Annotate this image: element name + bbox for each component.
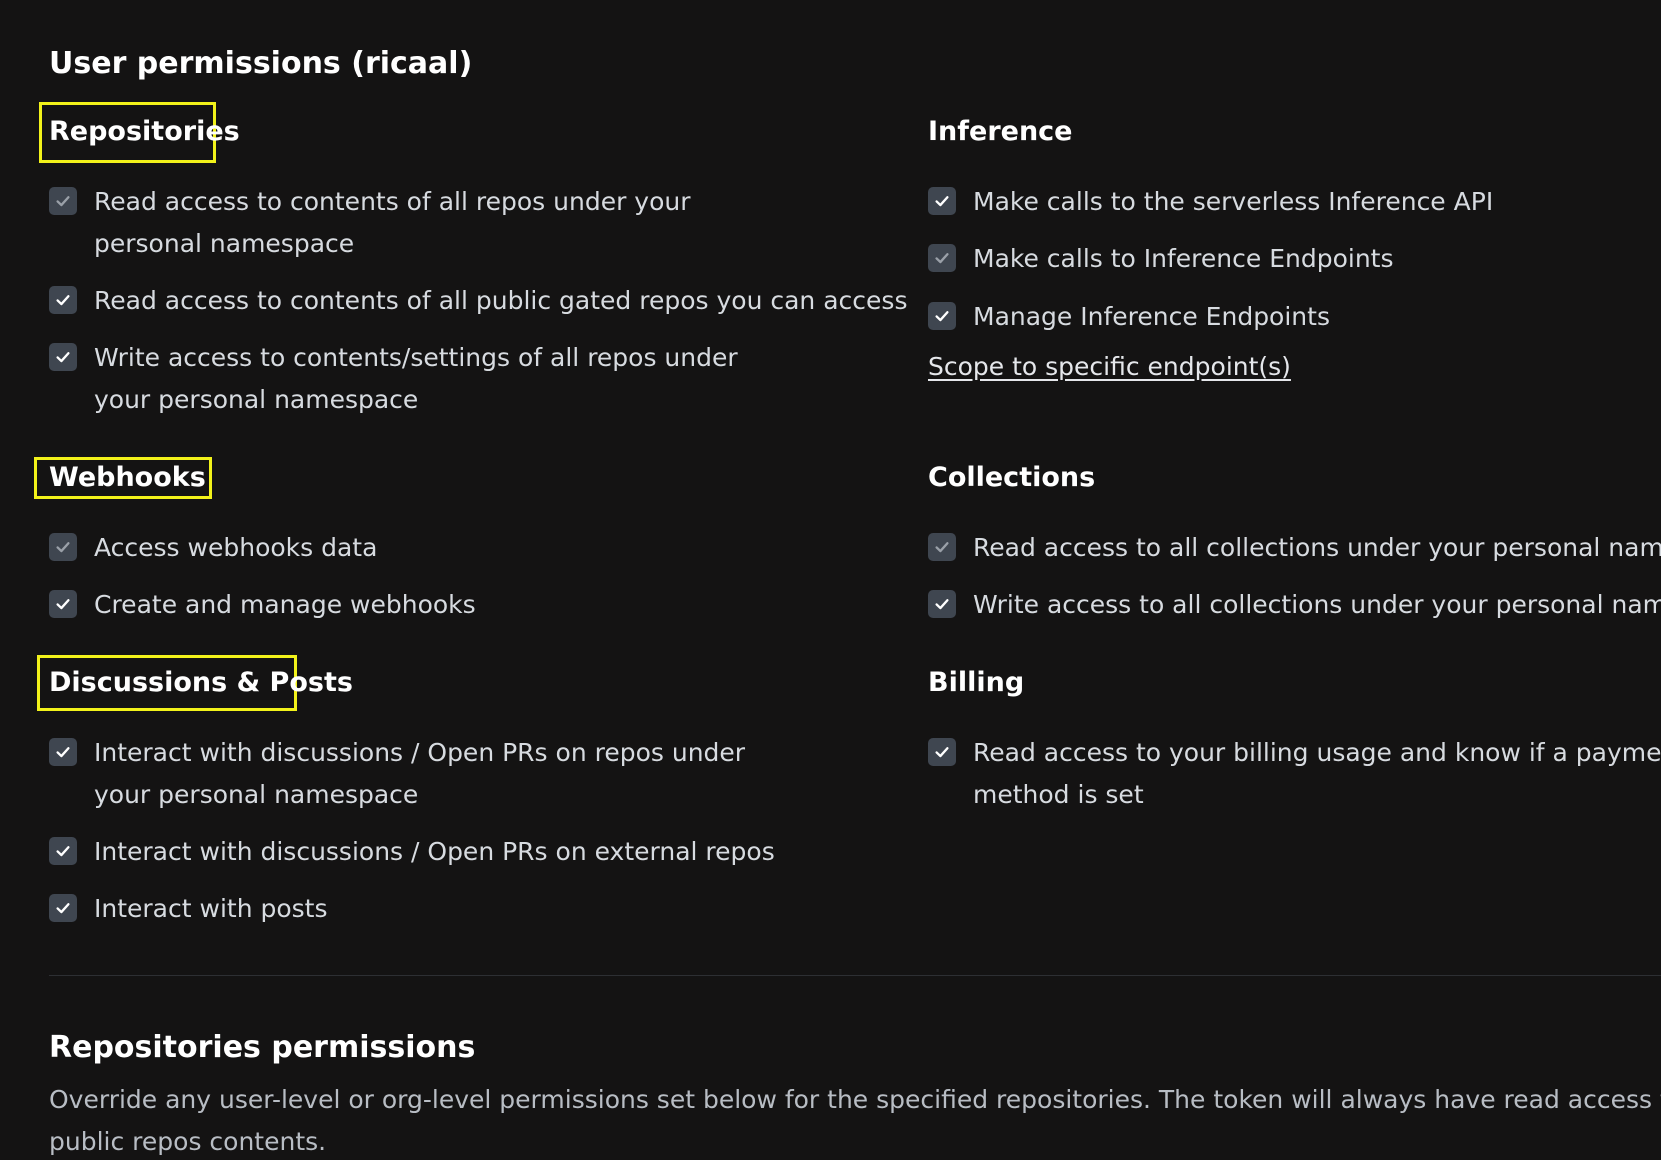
repositories-permissions-description: Override any user-level or org-level per… [49, 1085, 1661, 1156]
checkbox[interactable] [49, 343, 77, 371]
checkbox[interactable] [49, 738, 77, 766]
check-icon [935, 311, 949, 322]
permission-label: Interact with discussions / Open PRs on … [94, 837, 775, 866]
scope-endpoints-link[interactable]: Scope to specific endpoint(s) [928, 347, 1291, 387]
check-icon [56, 903, 70, 914]
check-icon [56, 295, 70, 306]
check-icon [56, 196, 70, 207]
permission-label: Write access to contents/settings of all… [94, 343, 738, 414]
check-icon [56, 352, 70, 363]
repositories-permissions-title: Repositories permissions [49, 1030, 476, 1065]
permission-label: Read access to all collections under you… [973, 533, 1661, 562]
checkbox[interactable] [49, 894, 77, 922]
checkbox[interactable] [49, 590, 77, 618]
permission-label: Interact with discussions / Open PRs on … [94, 738, 746, 809]
check-icon [935, 747, 949, 758]
permission-label: Create and manage webhooks [94, 590, 476, 619]
check-icon [935, 253, 949, 264]
page-title: User permissions (ricaal) [49, 46, 473, 81]
section-billing: Billing Read access to your billing usag… [928, 663, 1661, 823]
checkbox[interactable] [49, 187, 77, 215]
check-icon [56, 599, 70, 610]
divider [49, 975, 1661, 976]
permission-label: Make calls to the serverless Inference A… [973, 187, 1494, 216]
checkbox[interactable] [49, 837, 77, 865]
check-icon [56, 747, 70, 758]
checkbox[interactable] [928, 590, 956, 618]
section-heading-discussions: Discussions & Posts [49, 667, 353, 698]
checkbox[interactable] [49, 286, 77, 314]
section-heading-webhooks: Webhooks [49, 462, 206, 493]
section-heading-inference: Inference [928, 116, 1073, 147]
section-repositories: Repositories Read access to contents of … [39, 102, 907, 414]
permission-label: Manage Inference Endpoints [973, 302, 1330, 331]
permission-label: Read access to contents of all public ga… [94, 286, 908, 315]
permission-label: Read access to contents of all repos und… [94, 187, 691, 258]
checkbox[interactable] [928, 302, 956, 330]
section-discussions: Discussions & Posts Interact with discus… [37, 655, 869, 943]
checkbox[interactable] [928, 187, 956, 215]
checkbox[interactable] [928, 533, 956, 561]
check-icon [56, 846, 70, 857]
section-heading-collections: Collections [928, 462, 1096, 493]
check-icon [935, 542, 949, 553]
permission-label: Interact with posts [94, 894, 328, 923]
check-icon [935, 599, 949, 610]
permission-label: Make calls to Inference Endpoints [973, 244, 1394, 273]
section-webhooks: Webhooks Access webhooks data Create and… [34, 457, 869, 619]
section-inference: Inference Make calls to the serverless I… [928, 112, 1661, 412]
checkbox[interactable] [928, 244, 956, 272]
permission-label: Write access to all collections under yo… [973, 590, 1661, 618]
checkbox[interactable] [49, 533, 77, 561]
section-heading-repositories: Repositories [49, 116, 240, 147]
permission-label: Read access to your billing usage and kn… [973, 738, 1661, 809]
section-heading-billing: Billing [928, 667, 1025, 698]
check-icon [935, 196, 949, 207]
checkbox[interactable] [928, 738, 956, 766]
check-icon [56, 542, 70, 553]
section-collections: Collections Read access to all collectio… [928, 458, 1661, 618]
permission-label: Access webhooks data [94, 533, 378, 562]
